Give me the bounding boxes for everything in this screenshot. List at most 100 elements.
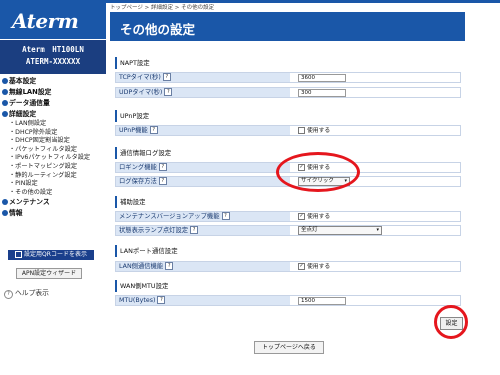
upnp-label-cell: UPnP機能? xyxy=(116,126,290,135)
maint-version-value-cell: ✓ 使用する xyxy=(290,212,460,221)
sidebar-item-label: メンテナンス xyxy=(9,198,50,207)
sidebar-subitem[interactable]: ・LAN側設定 xyxy=(0,120,106,129)
mtu-input[interactable]: 1500 xyxy=(298,297,346,305)
sidebar-item[interactable]: メンテナンス xyxy=(0,197,106,208)
udp-timer-label: UDPタイマ(秒) xyxy=(119,89,163,96)
sidebar-nav: 基本設定無線LAN設定 データ通信量詳細設定 ・LAN側設定 ・DHCP除外設定 ・DH… xyxy=(0,76,106,219)
aterm-logo: Aterm xyxy=(12,9,79,33)
mtu-row: MTU(Bytes)? 1500 xyxy=(115,295,461,306)
sidebar-subitem[interactable]: ・IPv6パケットフィルタ設定 xyxy=(0,154,106,163)
chevron-right-icon xyxy=(2,111,8,117)
help-icon[interactable]: ? xyxy=(158,163,167,171)
section-napt: NAPT設定 xyxy=(115,57,461,69)
sidebar-item-label: ・DHCP除外設定 xyxy=(9,128,58,136)
sidebar-subitem[interactable]: ・DHCP除外設定 xyxy=(0,129,106,138)
help-link[interactable]: ? ヘルプ表示 xyxy=(4,287,49,299)
udp-timer-label-cell: UDPタイマ(秒)? xyxy=(116,88,290,97)
mtu-value-cell: 1500 xyxy=(290,296,460,305)
help-icon[interactable]: ? xyxy=(221,212,230,220)
sidebar-subitem[interactable]: ・PIN設定 xyxy=(0,180,106,189)
sidebar-subitem[interactable]: ・ポートマッピング設定 xyxy=(0,163,106,172)
mtu-label: MTU(Bytes) xyxy=(119,297,156,304)
help-icon[interactable]: ? xyxy=(158,177,167,185)
lan-port-checkbox[interactable]: ✓ 使用する xyxy=(298,263,330,271)
upnp-label: UPnP機能 xyxy=(119,127,148,134)
tcp-timer-label-cell: TCPタイマ(秒)? xyxy=(116,73,290,82)
upnp-checkbox[interactable]: 使用する xyxy=(298,127,330,135)
maint-version-row: メンテナンスバージョンアップ機能? ✓ 使用する xyxy=(115,211,461,222)
sidebar-item[interactable]: 詳細設定 xyxy=(0,109,106,120)
upnp-value-cell: 使用する xyxy=(290,126,460,135)
qr-code-button-label: 設定用QRコードを表示 xyxy=(24,251,87,258)
lan-port-label-cell: LAN側通信機能? xyxy=(116,262,290,271)
help-icon[interactable]: ? xyxy=(164,88,173,96)
sidebar-subitem[interactable]: ・その他の設定 xyxy=(0,189,106,198)
lan-port-option-label: 使用する xyxy=(307,264,331,270)
section-lan-port: LANポート通信設定 xyxy=(115,245,461,257)
chevron-right-icon xyxy=(2,78,8,84)
lamp-value-cell: 全点灯 ▾ xyxy=(290,226,460,235)
main-content: トップページ > 詳細設定 > その他の設定 その他の設定 NAPT設定 TCP… xyxy=(110,0,500,375)
lan-port-row: LAN側通信機能? ✓ 使用する xyxy=(115,261,461,272)
sidebar-item[interactable]: 情報 xyxy=(0,208,106,219)
tcp-timer-input[interactable]: 3600 xyxy=(298,74,346,82)
sidebar-item-label: 無線LAN設定 xyxy=(9,88,52,96)
lamp-label: 状態表示ランプ点灯設定 xyxy=(119,227,189,234)
sidebar-item-label: ・ポートマッピング設定 xyxy=(9,162,78,170)
maint-version-checkbox[interactable]: ✓ 使用する xyxy=(298,213,330,221)
chevron-right-icon xyxy=(2,89,8,95)
udp-timer-input[interactable]: 300 xyxy=(298,89,346,97)
sidebar: Aterm Aterm HT100LN ATERM-XXXXXX 基本設定無線L… xyxy=(0,3,106,375)
logging-label-cell: ロギング機能? xyxy=(116,163,290,172)
chevron-right-icon xyxy=(2,199,8,206)
apn-wizard-button[interactable]: APN設定ウィザード xyxy=(16,268,82,279)
logging-label: ロギング機能 xyxy=(119,164,157,171)
sidebar-item-label: ・LAN側設定 xyxy=(9,120,47,127)
help-icon[interactable]: ? xyxy=(149,126,158,134)
maint-version-label: メンテナンスバージョンアップ機能 xyxy=(119,213,220,220)
sidebar-item-label: データ通信量 xyxy=(9,99,50,107)
mtu-label-cell: MTU(Bytes)? xyxy=(116,296,290,305)
help-icon[interactable]: ? xyxy=(165,262,174,270)
upnp-row: UPnP機能? 使用する xyxy=(115,125,461,136)
checkbox-box xyxy=(298,127,305,134)
tcp-timer-label: TCPタイマ(秒) xyxy=(119,74,161,81)
sidebar-item-label: ・静的ルーティング設定 xyxy=(9,171,77,179)
lamp-selected: 全点灯 xyxy=(301,227,318,233)
lamp-select[interactable]: 全点灯 ▾ xyxy=(298,226,382,235)
sidebar-item-label: ・IPv6パケットフィルタ設定 xyxy=(9,154,91,162)
sidebar-item-label: 情報 xyxy=(9,209,23,218)
lamp-row: 状態表示ランプ点灯設定? 全点灯 ▾ xyxy=(115,225,461,236)
tcp-timer-row: TCPタイマ(秒)? 3600 xyxy=(115,72,461,83)
sidebar-item-label: ・パケットフィルタ設定 xyxy=(9,145,77,153)
udp-timer-row: UDPタイマ(秒)? 300 xyxy=(115,87,461,98)
sidebar-item[interactable]: 基本設定 xyxy=(0,76,106,87)
sidebar-item-label: 基本設定 xyxy=(9,77,37,85)
lamp-label-cell: 状態表示ランプ点灯設定? xyxy=(116,226,290,235)
back-to-top-button[interactable]: トップページへ戻る xyxy=(254,341,324,354)
section-wan-mtu: WAN側MTU設定 xyxy=(115,280,461,292)
sidebar-subitem[interactable]: ・静的ルーティング設定 xyxy=(0,172,106,181)
qr-code-button[interactable]: 設定用QRコードを表示 xyxy=(8,250,94,260)
chevron-down-icon: ▾ xyxy=(376,227,379,233)
lan-port-value-cell: ✓ 使用する xyxy=(290,262,460,271)
device-name: ATERM-XXXXXX xyxy=(25,57,81,66)
model-info: Aterm HT100LN ATERM-XXXXXX xyxy=(0,40,106,74)
udp-timer-value-cell: 300 xyxy=(290,88,460,97)
sidebar-subitem[interactable]: ・DHCP固定割当設定 xyxy=(0,137,106,146)
sidebar-item[interactable]: 無線LAN設定 xyxy=(0,87,106,98)
chevron-right-icon xyxy=(2,100,8,106)
help-icon[interactable]: ? xyxy=(162,73,171,81)
checkbox-check-icon: ✓ xyxy=(298,213,305,220)
checkbox-check-icon: ✓ xyxy=(298,263,305,270)
help-icon[interactable]: ? xyxy=(157,296,166,304)
sidebar-item-label: ・PIN設定 xyxy=(9,180,38,188)
tcp-timer-value-cell: 3600 xyxy=(290,73,460,82)
sidebar-item[interactable]: データ通信量 xyxy=(0,98,106,109)
help-label: ヘルプ表示 xyxy=(15,289,49,297)
qr-icon xyxy=(15,251,23,258)
help-icon[interactable]: ? xyxy=(190,226,199,234)
breadcrumb: トップページ > 詳細設定 > その他の設定 xyxy=(110,5,215,11)
highlight-circle xyxy=(434,305,468,339)
page-title-bar: その他の設定 xyxy=(110,12,465,41)
